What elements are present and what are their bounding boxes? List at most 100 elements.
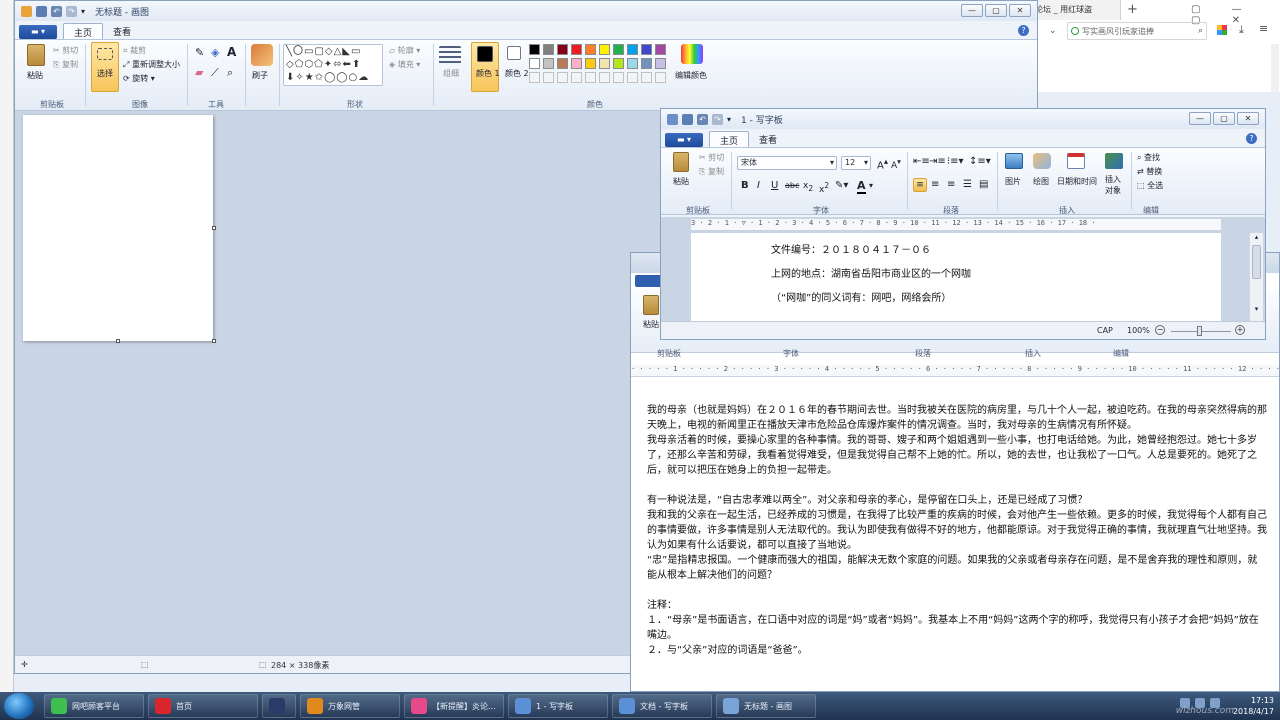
empty-color-swatch[interactable] — [627, 72, 638, 83]
strikethrough-button[interactable]: abc — [785, 181, 799, 190]
quick-access-dropdown-icon[interactable]: ▾ — [81, 7, 85, 16]
paint-app-icon[interactable] — [21, 5, 32, 17]
taskbar-button[interactable]: 文档 - 写字板 — [612, 694, 712, 718]
taskbar-button[interactable] — [262, 694, 296, 718]
color-picker-icon[interactable]: ⟋ — [211, 66, 219, 80]
align-center-icon[interactable]: ≡ — [931, 179, 939, 190]
font-color-dropdown-icon[interactable]: ▾ — [869, 181, 873, 190]
taskbar-button[interactable]: 网吧顾客平台 — [44, 694, 144, 718]
paint-drawing-icon[interactable] — [1033, 153, 1051, 169]
browser-tab[interactable]: 论坛 _ 用红球盗 — [1031, 0, 1121, 20]
font-size-select[interactable]: 12 ▾ — [841, 156, 871, 170]
color-swatch[interactable] — [627, 44, 638, 55]
crop-button[interactable]: ⌗ 裁剪 — [123, 45, 146, 56]
wordpad-menu-button[interactable]: ▬ ▾ — [665, 133, 703, 147]
redo-icon[interactable]: ↷ — [66, 5, 77, 17]
cut-button[interactable]: ✂ 剪切 — [53, 45, 78, 56]
color-swatch[interactable] — [557, 44, 568, 55]
replace-button[interactable]: ⇄ 替换 — [1137, 166, 1162, 177]
resize-button[interactable]: ⤢ 重新调整大小 — [123, 59, 180, 70]
increase-indent-icon[interactable]: ⇥≡ — [929, 156, 946, 167]
color-swatch[interactable] — [543, 44, 554, 55]
tab-view[interactable]: 查看 — [749, 131, 787, 147]
paste-icon[interactable] — [643, 295, 659, 315]
help-icon[interactable]: ? — [1018, 25, 1029, 36]
edit-colors-icon[interactable] — [681, 44, 703, 64]
color-swatch[interactable] — [571, 44, 582, 55]
close-button[interactable]: ✕ — [1009, 4, 1031, 17]
new-tab-button[interactable]: + — [1127, 2, 1138, 17]
color-swatch[interactable] — [571, 58, 582, 69]
color-swatch[interactable] — [613, 58, 624, 69]
copy-button[interactable]: ⎘ 复制 — [699, 166, 724, 177]
wordpad-back-menu-button[interactable] — [635, 275, 663, 287]
maximize-button[interactable]: ▢ — [1213, 112, 1235, 125]
subscript-button[interactable]: x2 — [803, 181, 813, 193]
color-swatch[interactable] — [529, 58, 540, 69]
hamburger-icon[interactable]: ≡ — [1259, 22, 1268, 35]
color2-swatch[interactable] — [507, 46, 521, 60]
color-swatch[interactable] — [599, 58, 610, 69]
select-all-button[interactable]: ⬚ 全选 — [1137, 180, 1163, 191]
insert-object-button[interactable]: 插入 对象 — [1105, 174, 1121, 196]
save-icon[interactable] — [682, 113, 693, 125]
cut-button[interactable]: ✂ 剪切 — [699, 152, 724, 163]
brush-icon[interactable] — [251, 44, 273, 66]
zoom-slider-thumb[interactable] — [1197, 326, 1202, 336]
taskbar-button[interactable]: 【新提醒】炎论... — [404, 694, 504, 718]
highlight-icon[interactable]: ✎▾ — [835, 180, 848, 191]
wordpad-document[interactable]: 文件编号：２０１８０４１７－０６ 上网的地点：湖南省岳阳市商业区的一个网咖 （“网咖… — [691, 233, 1221, 321]
wordpad-scrollbar[interactable]: ▴ ▾ — [1249, 233, 1263, 321]
decrease-indent-icon[interactable]: ⇤≡ — [913, 156, 930, 167]
outline-button[interactable]: ▱ 轮廓 ▾ — [389, 45, 420, 56]
line-spacing-icon[interactable]: ↕≡▾ — [969, 156, 991, 167]
taskbar-button[interactable]: 万象网管 — [300, 694, 400, 718]
text-icon[interactable]: A — [227, 45, 236, 59]
save-icon[interactable] — [36, 5, 47, 17]
size-lines-icon[interactable] — [439, 46, 461, 64]
wordpad-app-icon[interactable] — [667, 113, 678, 125]
paint-menu-button[interactable]: ▬ ▾ — [19, 25, 57, 39]
minimize-button[interactable]: — — [1189, 112, 1211, 125]
find-button[interactable]: ⌕ 查找 — [1137, 152, 1160, 163]
taskbar-button[interactable]: 首页 — [148, 694, 258, 718]
scroll-down-icon[interactable]: ▾ — [1250, 305, 1263, 313]
empty-color-swatch[interactable] — [599, 72, 610, 83]
paint-canvas[interactable] — [23, 115, 213, 341]
font-color-icon[interactable]: A — [857, 179, 866, 194]
quick-access-dropdown-icon[interactable]: ▾ — [727, 115, 731, 124]
wordpad-ruler[interactable]: 3 · 2 · 1 · ▽ · 1 · 2 · 3 · 4 · 5 · 6 · … — [691, 219, 1221, 231]
tab-view[interactable]: 查看 — [103, 23, 141, 39]
download-icon[interactable]: ⤓ — [1239, 23, 1244, 37]
tab-home[interactable]: 主页 — [709, 131, 750, 147]
color-swatch[interactable] — [543, 58, 554, 69]
canvas-resize-handle[interactable] — [116, 339, 120, 343]
datetime-button[interactable]: 日期和时间 — [1057, 176, 1097, 187]
color-swatch[interactable] — [627, 58, 638, 69]
empty-color-swatch[interactable] — [613, 72, 624, 83]
color-swatch[interactable] — [655, 44, 666, 55]
eraser-icon[interactable]: ▰ — [195, 66, 203, 79]
size-button[interactable]: 组细 — [443, 68, 459, 79]
color-swatch[interactable] — [641, 58, 652, 69]
color-swatch[interactable] — [585, 44, 596, 55]
empty-color-swatch[interactable] — [641, 72, 652, 83]
paste-icon[interactable] — [673, 152, 689, 172]
paste-button[interactable]: 粘贴 — [27, 70, 43, 81]
undo-icon[interactable]: ↶ — [51, 5, 62, 17]
system-clock[interactable]: 17:13 2018/4/17 — [1233, 695, 1274, 717]
wordpad-back-ruler[interactable]: · · · · · 1 · · · · · 2 · · · · · 3 · · … — [631, 365, 1279, 377]
zoom-in-icon[interactable]: + — [1235, 325, 1245, 335]
bold-button[interactable]: B — [741, 180, 749, 191]
underline-button[interactable]: U — [771, 180, 778, 191]
empty-color-swatch[interactable] — [557, 72, 568, 83]
picture-button[interactable]: 图片 — [1005, 176, 1021, 187]
help-icon[interactable]: ? — [1246, 133, 1257, 144]
color-swatch[interactable] — [655, 58, 666, 69]
italic-button[interactable]: I — [757, 180, 760, 191]
undo-icon[interactable]: ↶ — [697, 113, 708, 125]
color-swatch[interactable] — [529, 44, 540, 55]
color-swatch[interactable] — [613, 44, 624, 55]
picture-icon[interactable] — [1005, 153, 1023, 169]
brushes-button[interactable]: 刷子 — [252, 70, 268, 81]
